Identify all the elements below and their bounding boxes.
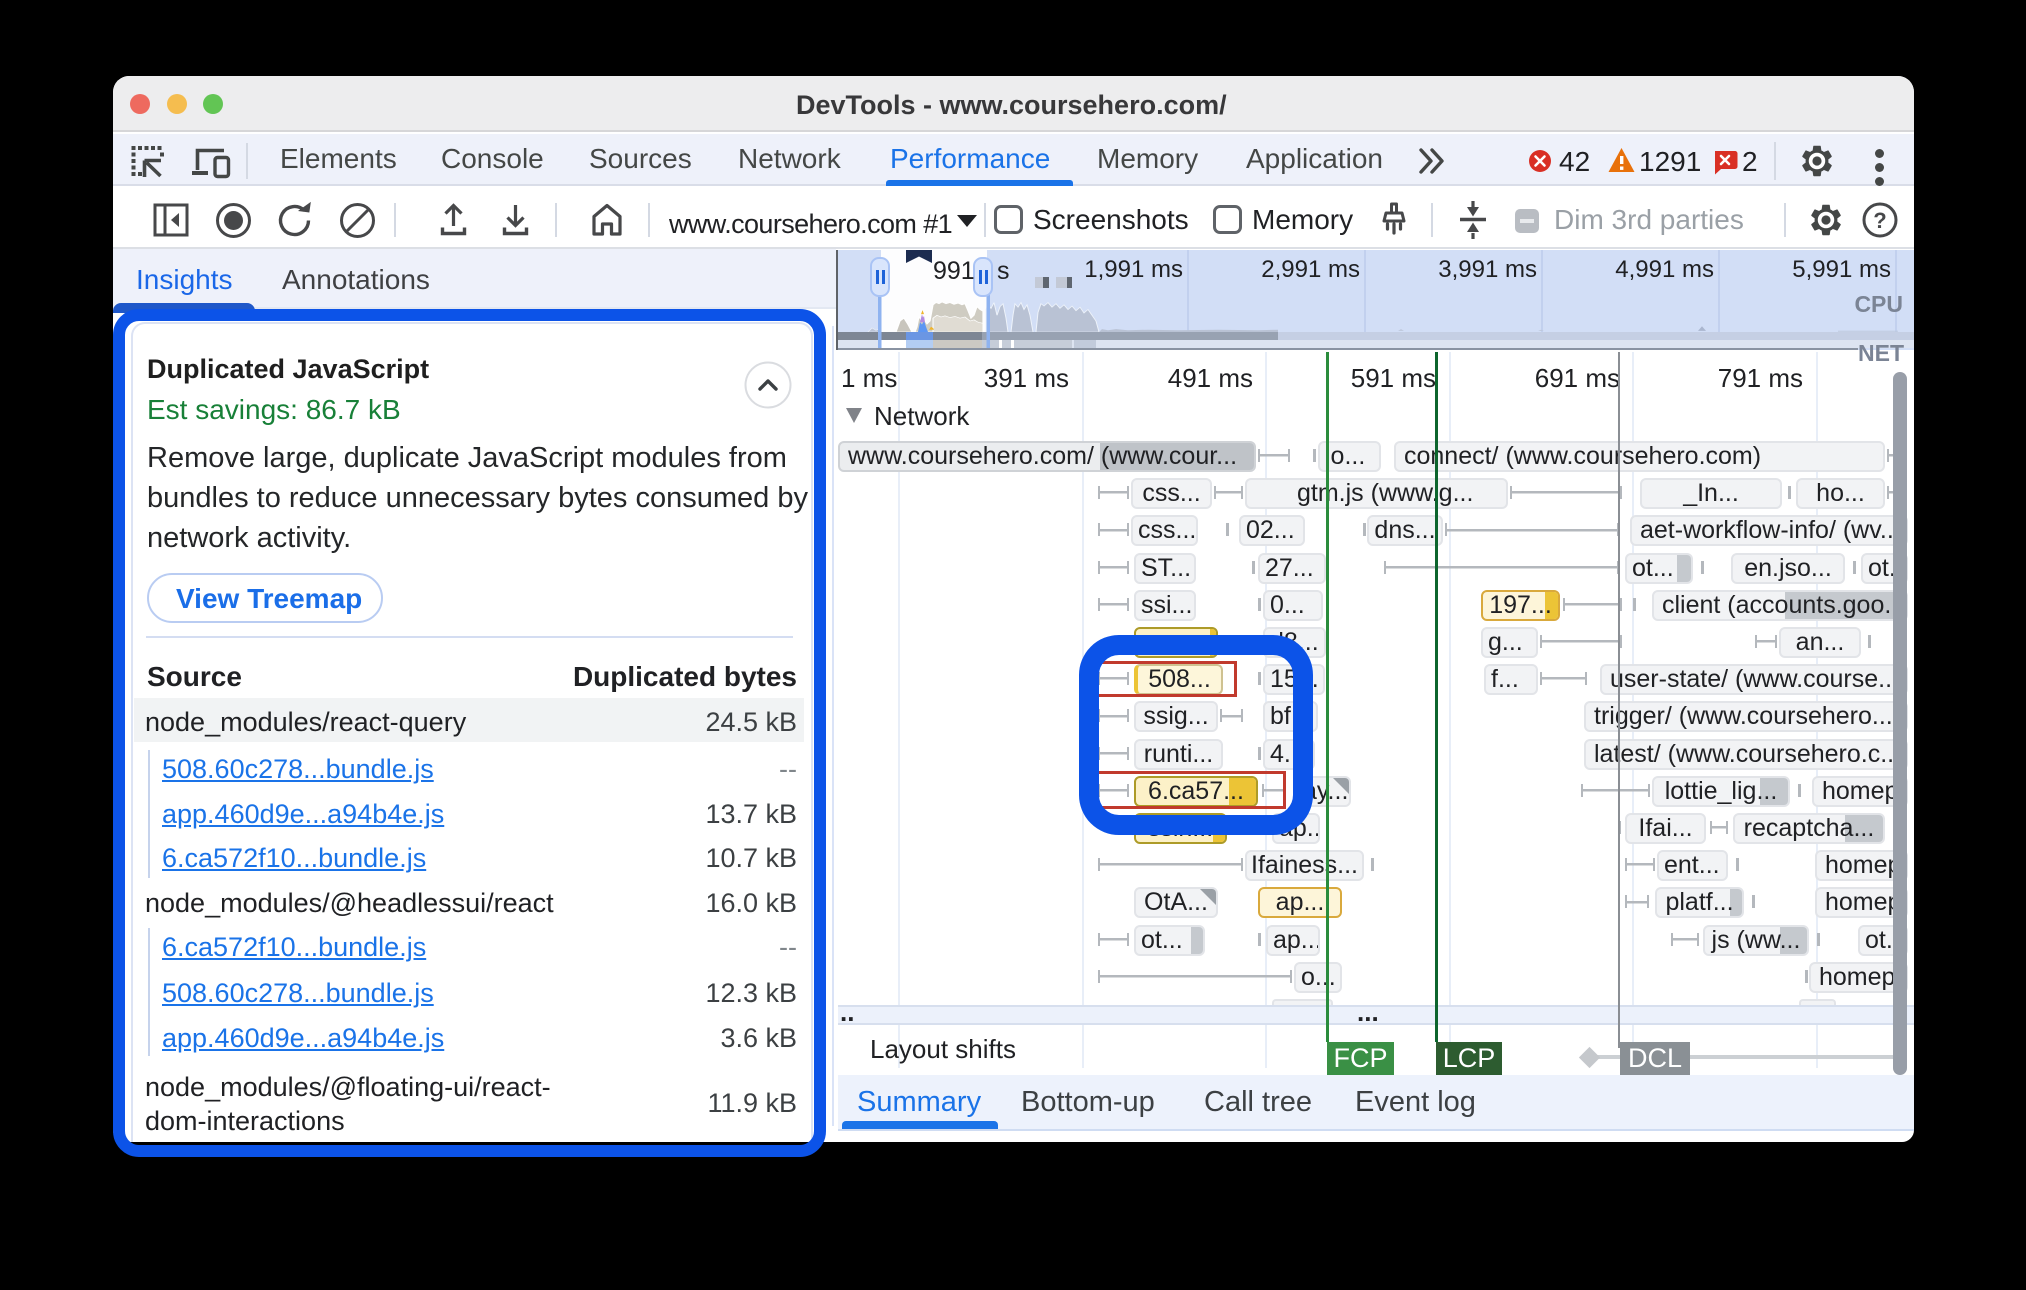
svg-text:?: ? (1873, 208, 1886, 233)
